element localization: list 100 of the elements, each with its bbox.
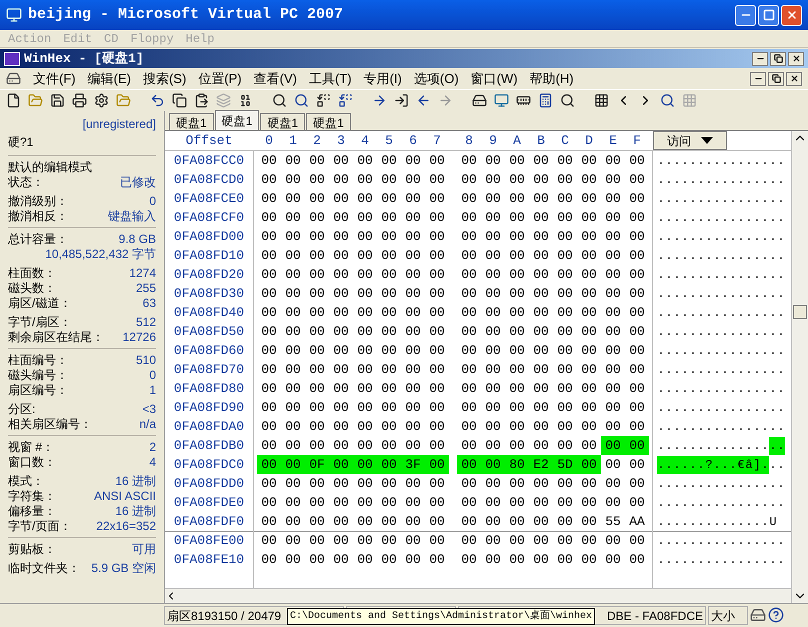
hex-byte[interactable]: 00: [505, 340, 529, 360]
hex-byte[interactable]: 00: [577, 302, 601, 322]
hex-byte[interactable]: 00: [377, 436, 401, 456]
hex-byte[interactable]: 00: [425, 378, 449, 398]
hex-byte[interactable]: 00: [329, 474, 353, 494]
hex-byte[interactable]: E2: [529, 454, 553, 474]
hex-byte[interactable]: 00: [553, 264, 577, 284]
hex-byte[interactable]: 00: [481, 188, 505, 208]
hex-byte[interactable]: 00: [281, 208, 305, 228]
hex-byte[interactable]: 00: [625, 454, 649, 474]
hex-byte[interactable]: 00: [425, 454, 449, 474]
hex-byte[interactable]: 00: [529, 226, 553, 246]
hex-byte[interactable]: 00: [281, 150, 305, 170]
hex-byte[interactable]: 00: [281, 436, 305, 456]
hex-byte[interactable]: 00: [529, 550, 553, 570]
hex-byte[interactable]: 00: [577, 246, 601, 266]
hex-byte[interactable]: 00: [505, 531, 529, 551]
hex-byte[interactable]: 00: [305, 398, 329, 418]
hex-byte[interactable]: 00: [353, 188, 377, 208]
hex-byte[interactable]: 00: [353, 378, 377, 398]
close-button[interactable]: [786, 72, 802, 86]
hex-byte[interactable]: 00: [425, 360, 449, 380]
hex-byte[interactable]: 00: [553, 416, 577, 436]
tab[interactable]: 硬盘1: [306, 113, 351, 130]
hex-byte[interactable]: 00: [305, 284, 329, 304]
hex-byte[interactable]: 00: [305, 226, 329, 246]
hex-byte[interactable]: 00: [553, 340, 577, 360]
hex-byte[interactable]: 00: [377, 550, 401, 570]
hex-byte[interactable]: 00: [505, 378, 529, 398]
hex-byte[interactable]: 00: [377, 302, 401, 322]
hex-byte[interactable]: 00: [625, 492, 649, 512]
hex-byte[interactable]: 00: [481, 360, 505, 380]
hex-byte[interactable]: 00: [401, 378, 425, 398]
hex-byte[interactable]: 00: [553, 226, 577, 246]
hex-byte[interactable]: 00: [481, 246, 505, 266]
hex-byte[interactable]: 00: [457, 550, 481, 570]
hex-byte[interactable]: 00: [505, 284, 529, 304]
hex-byte[interactable]: 00: [305, 322, 329, 342]
hex-byte[interactable]: 00: [257, 150, 281, 170]
hex-byte[interactable]: 00: [401, 436, 425, 456]
hex-byte[interactable]: 00: [457, 512, 481, 532]
hex-byte[interactable]: 00: [257, 398, 281, 418]
hex-byte[interactable]: 00: [481, 208, 505, 228]
hex-byte[interactable]: 00: [353, 398, 377, 418]
hex-byte[interactable]: 00: [257, 378, 281, 398]
tab[interactable]: 硬盘1: [260, 113, 306, 130]
hex-byte[interactable]: 00: [401, 284, 425, 304]
restore-button[interactable]: [768, 72, 784, 86]
hex-byte[interactable]: 00: [601, 378, 625, 398]
hex-byte[interactable]: 00: [529, 170, 553, 190]
hex-byte[interactable]: 00: [481, 302, 505, 322]
hex-byte[interactable]: 00: [329, 188, 353, 208]
hex-byte[interactable]: 00: [553, 512, 577, 532]
hex-byte[interactable]: 00: [577, 360, 601, 380]
hex-byte[interactable]: 00: [353, 150, 377, 170]
hex-byte[interactable]: 00: [329, 170, 353, 190]
hex-byte[interactable]: 00: [481, 398, 505, 418]
hex-byte[interactable]: 00: [601, 492, 625, 512]
hex-byte[interactable]: 00: [305, 436, 329, 456]
hex-byte[interactable]: 00: [329, 378, 353, 398]
hex-byte[interactable]: 00: [257, 474, 281, 494]
hex-byte[interactable]: 00: [329, 340, 353, 360]
hex-byte[interactable]: 00: [529, 246, 553, 266]
hex-byte[interactable]: 00: [601, 284, 625, 304]
hex-byte[interactable]: 00: [601, 302, 625, 322]
hex-byte[interactable]: 00: [481, 226, 505, 246]
hex-byte[interactable]: 00: [257, 550, 281, 570]
hex-byte[interactable]: 00: [601, 454, 625, 474]
hex-byte[interactable]: 00: [625, 398, 649, 418]
hex-byte[interactable]: 00: [425, 474, 449, 494]
hex-byte[interactable]: 00: [529, 302, 553, 322]
hex-byte[interactable]: 00: [401, 416, 425, 436]
hex-byte[interactable]: 00: [529, 416, 553, 436]
hex-byte[interactable]: 00: [601, 208, 625, 228]
hex-byte[interactable]: 00: [425, 188, 449, 208]
hex-byte[interactable]: 00: [401, 322, 425, 342]
hex-byte[interactable]: 00: [553, 284, 577, 304]
hex-byte[interactable]: 00: [257, 436, 281, 456]
hex-byte[interactable]: 00: [577, 531, 601, 551]
hex-byte[interactable]: 00: [353, 302, 377, 322]
hex-byte[interactable]: 00: [481, 531, 505, 551]
hex-byte[interactable]: 00: [281, 284, 305, 304]
hex-byte[interactable]: 00: [329, 284, 353, 304]
hex-byte[interactable]: 00: [529, 512, 553, 532]
hex-byte[interactable]: 00: [481, 340, 505, 360]
hex-byte[interactable]: 00: [353, 226, 377, 246]
hex-byte[interactable]: 00: [529, 284, 553, 304]
hex-byte[interactable]: 00: [625, 226, 649, 246]
hex-byte[interactable]: 00: [401, 492, 425, 512]
hex-byte[interactable]: 00: [353, 340, 377, 360]
hex-byte[interactable]: 00: [401, 188, 425, 208]
menu-item[interactable]: 搜索(S): [142, 68, 186, 88]
hex-byte[interactable]: 00: [505, 246, 529, 266]
hex-byte[interactable]: 00: [529, 264, 553, 284]
hex-byte[interactable]: 00: [329, 492, 353, 512]
hex-byte[interactable]: 00: [601, 474, 625, 494]
menu-item[interactable]: 位置(P): [198, 68, 242, 88]
hex-byte[interactable]: 00: [577, 416, 601, 436]
hex-byte[interactable]: 00: [401, 302, 425, 322]
hex-byte[interactable]: 00: [481, 378, 505, 398]
